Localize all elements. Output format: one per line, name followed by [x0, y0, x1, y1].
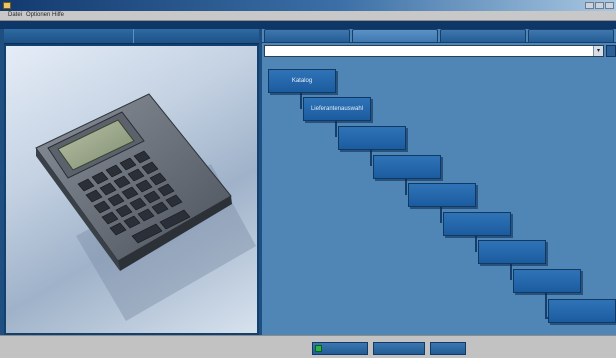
- workflow-step-7[interactable]: [478, 240, 546, 264]
- connector-3: [370, 150, 372, 166]
- left-panel-header: [4, 29, 259, 44]
- workflow-step-5[interactable]: [408, 183, 476, 207]
- close-button[interactable]: [605, 2, 614, 9]
- connector-1: [300, 93, 302, 109]
- tab-1[interactable]: [264, 29, 350, 42]
- left-header-tab-2[interactable]: [134, 29, 259, 43]
- menu-bar: Datei Optionen Hilfe: [0, 11, 616, 21]
- chevron-down-icon[interactable]: ▾: [593, 46, 603, 56]
- bottom-button-3[interactable]: [430, 342, 466, 355]
- workflow-step-9[interactable]: [548, 299, 616, 323]
- workflow-step-4[interactable]: [373, 155, 441, 179]
- minimize-button[interactable]: [585, 2, 594, 9]
- app-icon[interactable]: [3, 2, 11, 9]
- tab-3[interactable]: [440, 29, 526, 42]
- left-header-tab-1[interactable]: [4, 29, 134, 43]
- workflow-dropdown[interactable]: ▾: [264, 45, 604, 57]
- workflow-step-1[interactable]: Katalog: [268, 69, 336, 93]
- calculator-illustration: [35, 93, 256, 321]
- tab-2[interactable]: [352, 29, 438, 42]
- tab-4[interactable]: [528, 29, 614, 42]
- bottom-button-bar: [0, 335, 616, 358]
- green-status-icon: [315, 345, 322, 352]
- bottom-button-2[interactable]: [373, 342, 425, 355]
- connector-2: [335, 121, 337, 137]
- left-panel: [4, 29, 259, 335]
- workflow-step-6[interactable]: [443, 212, 511, 236]
- maximize-button[interactable]: [595, 2, 604, 9]
- workflow-step-3[interactable]: [338, 126, 406, 150]
- connector-8: [545, 293, 547, 319]
- connector-4: [405, 179, 407, 195]
- window-title-bar: [0, 0, 616, 11]
- toolbar-band: [0, 21, 616, 29]
- menu-help[interactable]: Hilfe: [50, 11, 66, 20]
- workflow-step-8[interactable]: [513, 269, 581, 293]
- connector-6: [475, 236, 477, 252]
- menu-options[interactable]: Optionen: [24, 11, 52, 20]
- menu-file[interactable]: Datei: [6, 11, 24, 20]
- bottom-button-1[interactable]: [312, 342, 368, 355]
- connector-7: [510, 264, 512, 280]
- calculator-photo: [6, 46, 257, 333]
- bottom-button-1-label: [336, 345, 344, 351]
- connector-5: [440, 207, 442, 223]
- right-panel: ▾ Katalog Lieferantenauswahl: [262, 29, 616, 335]
- tab-strip-divider: [262, 42, 616, 43]
- side-button[interactable]: [606, 45, 616, 57]
- workflow-step-2[interactable]: Lieferantenauswahl: [303, 97, 371, 121]
